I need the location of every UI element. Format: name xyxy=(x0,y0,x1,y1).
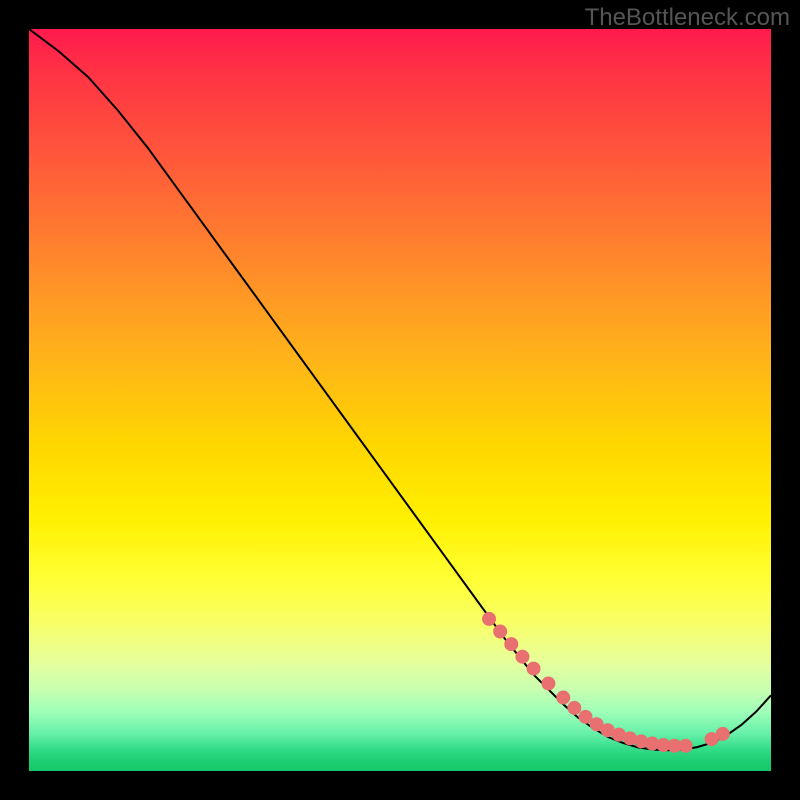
data-point xyxy=(527,662,541,676)
data-point xyxy=(482,612,496,626)
marker-group xyxy=(482,612,730,753)
data-point xyxy=(567,701,581,715)
data-point xyxy=(515,650,529,664)
data-point xyxy=(541,676,555,690)
chart-svg xyxy=(29,29,771,771)
data-point xyxy=(716,727,730,741)
plot-area xyxy=(29,29,771,771)
data-point xyxy=(679,739,693,753)
curve-line xyxy=(29,29,771,750)
data-point xyxy=(504,637,518,651)
data-point xyxy=(556,691,570,705)
watermark-text: TheBottleneck.com xyxy=(585,4,790,32)
data-point xyxy=(493,625,507,639)
